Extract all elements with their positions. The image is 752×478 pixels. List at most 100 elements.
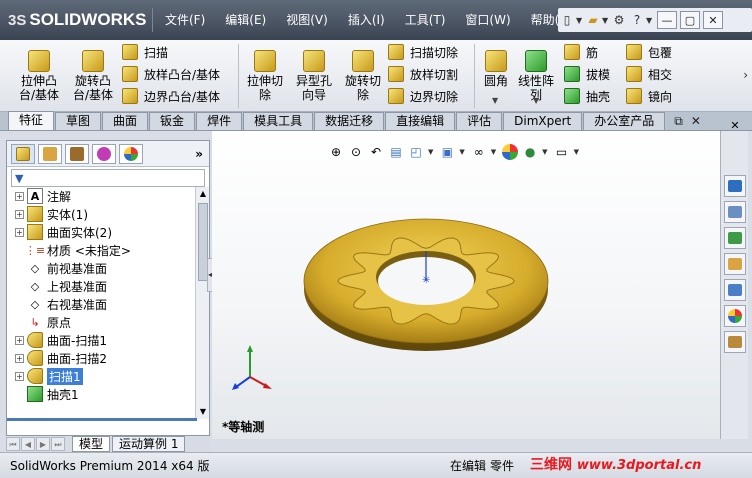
swept-cut-button[interactable]: 扫描切除 [388, 42, 458, 62]
new-document-icon[interactable]: ▯ [558, 11, 576, 29]
view-palette-button[interactable] [724, 253, 746, 275]
chevron-down-icon[interactable]: ▼ [542, 148, 547, 156]
expand-icon[interactable]: + [15, 335, 24, 345]
menu-tools[interactable]: 工具(T) [395, 6, 456, 34]
close-document-icon[interactable]: ✕ [691, 114, 701, 128]
chevron-down-icon[interactable]: ▼ [491, 148, 496, 156]
appearances-button[interactable] [724, 305, 746, 327]
extrude-boss-button[interactable]: 拉伸凸 台/基体 [14, 42, 64, 108]
tab-dimxpert[interactable]: DimXpert [503, 112, 583, 130]
section-view-icon[interactable]: ▤ [388, 144, 404, 160]
tab-surfaces[interactable]: 曲面 [102, 112, 149, 130]
close-icon[interactable]: ✕ [721, 119, 749, 132]
tree-item-surface-sweep2[interactable]: + 曲面-扫描2 [7, 349, 195, 367]
tree-item-surface-sweep1[interactable]: + 曲面-扫描1 [7, 331, 195, 349]
tab-sheet-metal[interactable]: 钣金 [149, 112, 196, 130]
chevron-down-icon[interactable]: ▼ [492, 96, 498, 105]
hide-show-items-icon[interactable]: ∞ [471, 144, 487, 160]
menu-window[interactable]: 窗口(W) [455, 6, 520, 34]
revolve-boss-button[interactable]: 旋转凸 台/基体 [68, 42, 118, 108]
chevron-down-icon[interactable]: ▼ [428, 148, 433, 156]
open-folder-icon[interactable]: ▰ [584, 11, 602, 29]
tree-item-shell1[interactable]: 抽壳1 [7, 385, 195, 403]
expand-icon[interactable]: + [15, 227, 24, 237]
design-library-button[interactable] [724, 201, 746, 223]
rib-button[interactable]: 筋 [564, 42, 598, 62]
draft-button[interactable]: 拔模 [564, 64, 610, 84]
tab-office-products[interactable]: 办公室产品 [583, 112, 666, 130]
solidworks-logo[interactable]: 3S SOLIDWORKS [8, 8, 146, 32]
wrap-button[interactable]: 包覆 [626, 42, 672, 62]
menu-view[interactable]: 视图(V) [276, 6, 338, 34]
view-settings-icon[interactable]: ▭ [554, 144, 570, 160]
loft-boss-button[interactable]: 放样凸台/基体 [122, 64, 220, 84]
search-button[interactable] [724, 279, 746, 301]
chevron-right-icon[interactable]: › [743, 68, 748, 82]
tab-features[interactable]: 特征 [8, 111, 55, 130]
tree-item-sweep1[interactable]: + 扫描1 [7, 367, 195, 385]
tree-item-origin[interactable]: ↳ 原点 [7, 313, 195, 331]
revolve-cut-button[interactable]: 旋转切 除 [340, 42, 386, 108]
shell-button[interactable]: 抽壳 [564, 86, 610, 106]
display-style-icon[interactable]: ▣ [439, 144, 455, 160]
scroll-up-icon[interactable]: ▲ [196, 187, 210, 201]
feature-tree-tab[interactable] [11, 143, 35, 164]
apply-scene-icon[interactable]: ● [522, 144, 538, 160]
intersect-button[interactable]: 相交 [626, 64, 672, 84]
zoom-to-fit-icon[interactable]: ⊕ [328, 144, 344, 160]
custom-properties-button[interactable] [724, 331, 746, 353]
first-tab-icon[interactable]: ⏮ [6, 437, 20, 451]
tree-item-top-plane[interactable]: ◇ 上视基准面 [7, 277, 195, 295]
tree-item-material[interactable]: ⋮≡ 材质 <未指定> [7, 241, 195, 259]
tree-item-front-plane[interactable]: ◇ 前视基准面 [7, 259, 195, 277]
property-manager-tab[interactable] [38, 143, 62, 164]
chevron-down-icon[interactable]: ▼ [576, 16, 584, 25]
maximize-button[interactable]: ▢ [680, 11, 700, 29]
help-icon[interactable]: ? [628, 11, 646, 29]
part-model[interactable]: ✳ [298, 203, 554, 359]
dimxpert-tab[interactable] [92, 143, 116, 164]
tab-data-migration[interactable]: 数据迁移 [314, 112, 385, 130]
tree-item-right-plane[interactable]: ◇ 右视基准面 [7, 295, 195, 313]
tree-item-annotations[interactable]: + A 注解 [7, 187, 195, 205]
chevron-down-icon[interactable]: ▼ [602, 16, 610, 25]
file-explorer-button[interactable] [724, 227, 746, 249]
display-manager-tab[interactable] [119, 143, 143, 164]
menu-insert[interactable]: 插入(I) [338, 6, 395, 34]
tab-motion-study[interactable]: 运动算例 1 [112, 436, 186, 452]
expand-icon[interactable]: + [15, 353, 24, 363]
sweep-button[interactable]: 扫描 [122, 42, 168, 62]
next-tab-icon[interactable]: ▶ [36, 437, 50, 451]
expand-icon[interactable]: + [15, 191, 24, 201]
chevron-right-icon[interactable]: » [195, 147, 203, 161]
menu-edit[interactable]: 编辑(E) [215, 6, 276, 34]
rollback-bar[interactable] [7, 418, 197, 421]
graphics-viewport[interactable]: ⊕ ⊙ ↶ ▤ ◰ ▼ ▣ ▼ ∞ ▼ ● ▼ ▭ ▼ ✳ *等轴测 [212, 131, 720, 439]
mirror-button[interactable]: 镜向 [626, 86, 672, 106]
options-gear-icon[interactable]: ⚙ [610, 11, 628, 29]
prev-tab-icon[interactable]: ◀ [21, 437, 35, 451]
expand-icon[interactable]: + [15, 371, 24, 381]
chevron-down-icon[interactable]: ▼ [574, 148, 579, 156]
solidworks-resources-button[interactable] [724, 175, 746, 197]
lofted-cut-button[interactable]: 放样切割 [388, 64, 458, 84]
tab-evaluate[interactable]: 评估 [456, 112, 503, 130]
tree-item-solid-bodies[interactable]: + 实体(1) [7, 205, 195, 223]
previous-view-icon[interactable]: ↶ [368, 144, 384, 160]
boundary-cut-button[interactable]: 边界切除 [388, 86, 458, 106]
expand-icon[interactable]: + [15, 209, 24, 219]
chevron-down-icon[interactable]: ▼ [533, 96, 539, 105]
tab-mold-tools[interactable]: 模具工具 [243, 112, 314, 130]
chevron-down-icon[interactable]: ▼ [646, 16, 654, 25]
hole-wizard-button[interactable]: 异型孔 向导 [290, 42, 338, 108]
zoom-to-area-icon[interactable]: ⊙ [348, 144, 364, 160]
scroll-down-icon[interactable]: ▼ [196, 405, 210, 419]
close-button[interactable]: ✕ [703, 11, 723, 29]
chevron-down-icon[interactable]: ▼ [459, 148, 464, 156]
restore-window-icon[interactable]: ⧉ [674, 114, 683, 129]
tab-direct-editing[interactable]: 直接编辑 [385, 112, 456, 130]
feature-filter[interactable]: ▼ [11, 169, 205, 187]
tab-model[interactable]: 模型 [72, 436, 111, 452]
tree-item-surface-bodies[interactable]: + 曲面实体(2) [7, 223, 195, 241]
boundary-boss-button[interactable]: 边界凸台/基体 [122, 86, 220, 106]
